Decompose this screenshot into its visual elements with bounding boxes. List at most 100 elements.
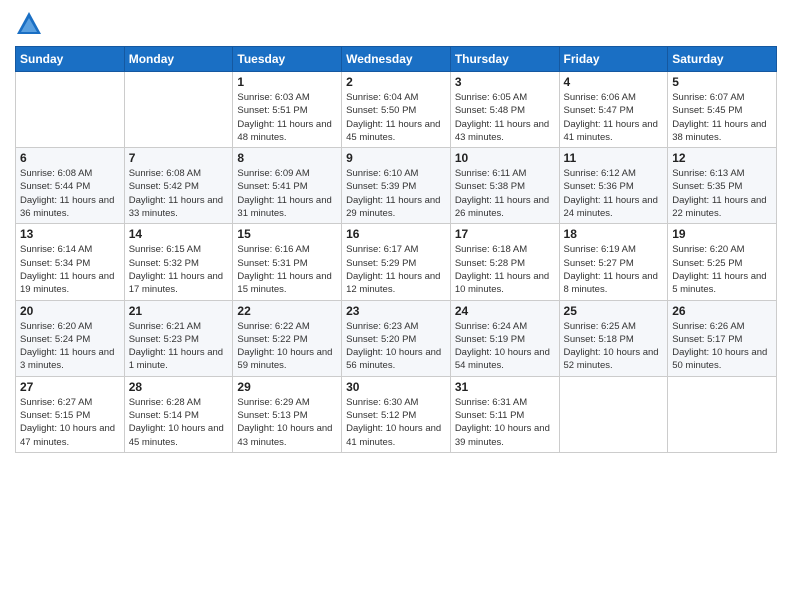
day-info: Sunrise: 6:20 AM Sunset: 5:25 PM Dayligh… bbox=[672, 243, 772, 296]
day-info: Sunrise: 6:25 AM Sunset: 5:18 PM Dayligh… bbox=[564, 320, 664, 373]
day-info: Sunrise: 6:27 AM Sunset: 5:15 PM Dayligh… bbox=[20, 396, 120, 449]
calendar-cell: 23 Sunrise: 6:23 AM Sunset: 5:20 PM Dayli… bbox=[342, 300, 451, 376]
calendar-cell: 11 Sunrise: 6:12 AM Sunset: 5:36 PM Dayli… bbox=[559, 148, 668, 224]
day-info: Sunrise: 6:03 AM Sunset: 5:51 PM Dayligh… bbox=[237, 91, 337, 144]
day-number: 10 bbox=[455, 151, 555, 165]
day-number: 24 bbox=[455, 304, 555, 318]
day-number: 2 bbox=[346, 75, 446, 89]
calendar-cell: 14Sunrise: 6:15 AM Sunset: 5:32 PM Dayli… bbox=[124, 224, 233, 300]
calendar-cell: 19 Sunrise: 6:20 AM Sunset: 5:25 PM Dayli… bbox=[668, 224, 777, 300]
day-info: Sunrise: 6:04 AM Sunset: 5:50 PM Dayligh… bbox=[346, 91, 446, 144]
calendar-cell: 27 Sunrise: 6:27 AM Sunset: 5:15 PM Dayli… bbox=[16, 376, 125, 452]
calendar-week-row: 6 Sunrise: 6:08 AM Sunset: 5:44 PM Daylig… bbox=[16, 148, 777, 224]
calendar-cell: 24 Sunrise: 6:24 AM Sunset: 5:19 PM Dayli… bbox=[450, 300, 559, 376]
day-number: 4 bbox=[564, 75, 664, 89]
day-number: 3 bbox=[455, 75, 555, 89]
day-info: Sunrise: 6:18 AM Sunset: 5:28 PM Dayligh… bbox=[455, 243, 555, 296]
day-info: Sunrise: 6:17 AM Sunset: 5:29 PM Dayligh… bbox=[346, 243, 446, 296]
calendar-cell bbox=[668, 376, 777, 452]
day-number: 21 bbox=[129, 304, 229, 318]
day-number: 30 bbox=[346, 380, 446, 394]
day-number: 25 bbox=[564, 304, 664, 318]
logo-icon bbox=[15, 10, 43, 38]
calendar-week-row: 1 Sunrise: 6:03 AM Sunset: 5:51 PM Daylig… bbox=[16, 72, 777, 148]
day-info: Sunrise: 6:24 AM Sunset: 5:19 PM Dayligh… bbox=[455, 320, 555, 373]
day-number: 13 bbox=[20, 227, 120, 241]
day-info: Sunrise: 6:08 AM Sunset: 5:42 PM Dayligh… bbox=[129, 167, 229, 220]
day-number: 19 bbox=[672, 227, 772, 241]
day-number: 17 bbox=[455, 227, 555, 241]
day-info: Sunrise: 6:09 AM Sunset: 5:41 PM Dayligh… bbox=[237, 167, 337, 220]
calendar-table: SundayMondayTuesdayWednesdayThursdayFrid… bbox=[15, 46, 777, 453]
day-info: Sunrise: 6:22 AM Sunset: 5:22 PM Dayligh… bbox=[237, 320, 337, 373]
calendar-cell: 25 Sunrise: 6:25 AM Sunset: 5:18 PM Dayli… bbox=[559, 300, 668, 376]
calendar-cell: 18 Sunrise: 6:19 AM Sunset: 5:27 PM Dayli… bbox=[559, 224, 668, 300]
day-info: Sunrise: 6:20 AM Sunset: 5:24 PM Dayligh… bbox=[20, 320, 120, 373]
calendar-cell: 4Sunrise: 6:06 AM Sunset: 5:47 PM Daylig… bbox=[559, 72, 668, 148]
calendar-cell: 1 Sunrise: 6:03 AM Sunset: 5:51 PM Daylig… bbox=[233, 72, 342, 148]
day-number: 27 bbox=[20, 380, 120, 394]
day-info: Sunrise: 6:07 AM Sunset: 5:45 PM Dayligh… bbox=[672, 91, 772, 144]
weekday-header: Sunday bbox=[16, 47, 125, 72]
day-info: Sunrise: 6:21 AM Sunset: 5:23 PM Dayligh… bbox=[129, 320, 229, 373]
calendar-header-row: SundayMondayTuesdayWednesdayThursdayFrid… bbox=[16, 47, 777, 72]
calendar-cell: 12 Sunrise: 6:13 AM Sunset: 5:35 PM Dayli… bbox=[668, 148, 777, 224]
day-info: Sunrise: 6:23 AM Sunset: 5:20 PM Dayligh… bbox=[346, 320, 446, 373]
calendar-cell: 30 Sunrise: 6:30 AM Sunset: 5:12 PM Dayli… bbox=[342, 376, 451, 452]
day-info: Sunrise: 6:19 AM Sunset: 5:27 PM Dayligh… bbox=[564, 243, 664, 296]
calendar-cell: 3 Sunrise: 6:05 AM Sunset: 5:48 PM Daylig… bbox=[450, 72, 559, 148]
weekday-header: Thursday bbox=[450, 47, 559, 72]
calendar-cell: 7 Sunrise: 6:08 AM Sunset: 5:42 PM Daylig… bbox=[124, 148, 233, 224]
day-info: Sunrise: 6:10 AM Sunset: 5:39 PM Dayligh… bbox=[346, 167, 446, 220]
day-number: 16 bbox=[346, 227, 446, 241]
day-number: 1 bbox=[237, 75, 337, 89]
header bbox=[15, 10, 777, 38]
calendar-cell: 15Sunrise: 6:16 AM Sunset: 5:31 PM Dayli… bbox=[233, 224, 342, 300]
day-info: Sunrise: 6:05 AM Sunset: 5:48 PM Dayligh… bbox=[455, 91, 555, 144]
day-number: 18 bbox=[564, 227, 664, 241]
calendar-cell bbox=[16, 72, 125, 148]
day-number: 31 bbox=[455, 380, 555, 394]
weekday-header: Friday bbox=[559, 47, 668, 72]
day-info: Sunrise: 6:14 AM Sunset: 5:34 PM Dayligh… bbox=[20, 243, 120, 296]
day-number: 11 bbox=[564, 151, 664, 165]
day-number: 14 bbox=[129, 227, 229, 241]
day-info: Sunrise: 6:28 AM Sunset: 5:14 PM Dayligh… bbox=[129, 396, 229, 449]
day-info: Sunrise: 6:26 AM Sunset: 5:17 PM Dayligh… bbox=[672, 320, 772, 373]
weekday-header: Wednesday bbox=[342, 47, 451, 72]
calendar-cell: 6 Sunrise: 6:08 AM Sunset: 5:44 PM Daylig… bbox=[16, 148, 125, 224]
calendar-cell: 5 Sunrise: 6:07 AM Sunset: 5:45 PM Daylig… bbox=[668, 72, 777, 148]
day-info: Sunrise: 6:13 AM Sunset: 5:35 PM Dayligh… bbox=[672, 167, 772, 220]
day-number: 20 bbox=[20, 304, 120, 318]
day-info: Sunrise: 6:12 AM Sunset: 5:36 PM Dayligh… bbox=[564, 167, 664, 220]
calendar-week-row: 27 Sunrise: 6:27 AM Sunset: 5:15 PM Dayli… bbox=[16, 376, 777, 452]
day-number: 6 bbox=[20, 151, 120, 165]
day-number: 9 bbox=[346, 151, 446, 165]
day-info: Sunrise: 6:11 AM Sunset: 5:38 PM Dayligh… bbox=[455, 167, 555, 220]
calendar-cell: 9 Sunrise: 6:10 AM Sunset: 5:39 PM Daylig… bbox=[342, 148, 451, 224]
calendar-cell: 26 Sunrise: 6:26 AM Sunset: 5:17 PM Dayli… bbox=[668, 300, 777, 376]
calendar-cell: 2 Sunrise: 6:04 AM Sunset: 5:50 PM Daylig… bbox=[342, 72, 451, 148]
day-info: Sunrise: 6:31 AM Sunset: 5:11 PM Dayligh… bbox=[455, 396, 555, 449]
day-number: 23 bbox=[346, 304, 446, 318]
day-number: 7 bbox=[129, 151, 229, 165]
calendar-cell: 17 Sunrise: 6:18 AM Sunset: 5:28 PM Dayli… bbox=[450, 224, 559, 300]
calendar-cell: 28Sunrise: 6:28 AM Sunset: 5:14 PM Dayli… bbox=[124, 376, 233, 452]
day-number: 12 bbox=[672, 151, 772, 165]
calendar-cell: 21 Sunrise: 6:21 AM Sunset: 5:23 PM Dayli… bbox=[124, 300, 233, 376]
calendar-cell: 13 Sunrise: 6:14 AM Sunset: 5:34 PM Dayli… bbox=[16, 224, 125, 300]
calendar-cell: 10 Sunrise: 6:11 AM Sunset: 5:38 PM Dayli… bbox=[450, 148, 559, 224]
day-number: 5 bbox=[672, 75, 772, 89]
calendar-cell: 31 Sunrise: 6:31 AM Sunset: 5:11 PM Dayli… bbox=[450, 376, 559, 452]
day-info: Sunrise: 6:16 AM Sunset: 5:31 PM Dayligh… bbox=[237, 243, 337, 296]
page: SundayMondayTuesdayWednesdayThursdayFrid… bbox=[0, 0, 792, 612]
calendar-week-row: 13 Sunrise: 6:14 AM Sunset: 5:34 PM Dayli… bbox=[16, 224, 777, 300]
day-info: Sunrise: 6:30 AM Sunset: 5:12 PM Dayligh… bbox=[346, 396, 446, 449]
day-info: Sunrise: 6:08 AM Sunset: 5:44 PM Dayligh… bbox=[20, 167, 120, 220]
logo bbox=[15, 10, 45, 38]
calendar-cell: 20 Sunrise: 6:20 AM Sunset: 5:24 PM Dayli… bbox=[16, 300, 125, 376]
calendar-week-row: 20 Sunrise: 6:20 AM Sunset: 5:24 PM Dayli… bbox=[16, 300, 777, 376]
weekday-header: Monday bbox=[124, 47, 233, 72]
weekday-header: Tuesday bbox=[233, 47, 342, 72]
day-number: 26 bbox=[672, 304, 772, 318]
